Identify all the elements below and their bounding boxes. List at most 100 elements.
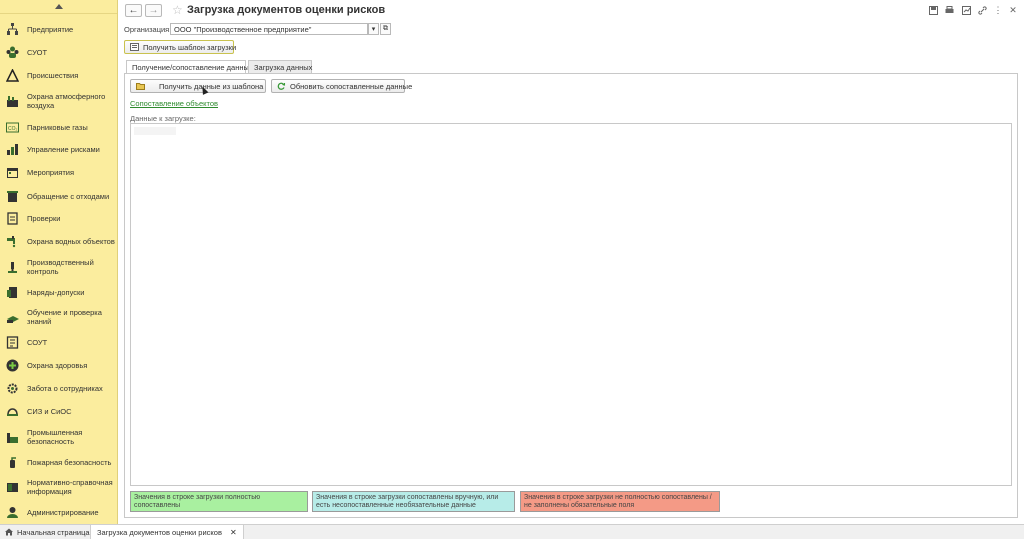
sidebar-scroll-up-button[interactable] [0, 0, 117, 14]
refresh-mapped-button[interactable]: Обновить сопоставленные данные [271, 79, 412, 93]
template-icon [130, 43, 139, 51]
permit-doc-icon [6, 286, 19, 299]
calendar-icon [6, 166, 19, 179]
sidebar-item-label: Обучение и проверка знаний [27, 308, 102, 326]
sidebar-item-label: Обращение с отходами [27, 191, 110, 201]
back-button[interactable]: ← [125, 4, 142, 17]
microscope-icon [6, 261, 19, 274]
risk-chart-icon [6, 143, 19, 156]
sidebar-item-sout[interactable]: СОУТ [0, 335, 117, 349]
forward-button[interactable]: → [145, 4, 162, 17]
object-mapping-link[interactable]: Сопоставление объектов [130, 99, 218, 108]
sidebar-item-health[interactable]: Охрана здоровья [0, 358, 117, 372]
sidebar-item-enterprise[interactable]: Предприятие [0, 22, 117, 36]
refresh-mapped-label: Обновить сопоставленные данные [290, 81, 413, 91]
more-icon[interactable]: ⋮ [993, 5, 1003, 15]
data-to-load-label: Данные к загрузке: [130, 114, 196, 123]
close-icon[interactable]: ✕ [1008, 5, 1018, 15]
admin-icon [6, 506, 19, 519]
helmet-icon [6, 405, 19, 418]
sidebar-item-label: Охрана здоровья [27, 360, 88, 370]
home-tab[interactable]: Начальная страница [5, 525, 90, 539]
sidebar-item-label: Производственный контроль [27, 258, 94, 276]
get-template-label: Получить шаблон загрузки [143, 42, 237, 52]
education-icon [6, 311, 19, 324]
people-group-icon [6, 46, 19, 59]
sidebar-item-label: Охрана атмосферного воздуха [27, 92, 106, 110]
sidebar-item-label: СУОТ [27, 47, 48, 57]
sidebar-item-fire-safety[interactable]: Пожарная безопасность [0, 455, 117, 469]
sidebar-item-risk-management[interactable]: Управление рисками [0, 142, 117, 156]
sidebar-item-employee-care[interactable]: Забота о сотрудниках [0, 381, 117, 395]
save-icon[interactable] [928, 5, 938, 15]
assessment-doc-icon [6, 335, 19, 349]
link-icon[interactable] [977, 5, 987, 15]
sidebar-item-incidents[interactable]: Происшествия [0, 68, 117, 82]
favorite-star-icon[interactable]: ☆ [172, 3, 183, 17]
chevron-down-icon: ▾ [371, 26, 376, 33]
sidebar-item-label: СИЗ и СиОС [27, 406, 72, 416]
arrow-left-icon: ← [128, 5, 139, 16]
tab-load-data[interactable]: Загрузка данных [248, 60, 312, 73]
open-document-tab-label: Загрузка документов оценки рисков [97, 528, 222, 537]
folder-import-icon [136, 82, 145, 90]
sidebar-item-greenhouse-gases[interactable]: CO₂ Парниковые газы [0, 120, 117, 134]
sidebar-item-label: Происшествия [27, 70, 79, 80]
sidebar-item-ppe[interactable]: СИЗ и СиОС [0, 404, 117, 418]
air-factory-icon [6, 95, 19, 108]
get-data-label: Получить данные из шаблона [159, 81, 264, 91]
care-gear-icon [6, 382, 19, 395]
organization-dropdown-button[interactable]: ▾ [368, 23, 379, 35]
sidebar-item-measures[interactable]: Мероприятия [0, 165, 117, 179]
sidebar-item-air-protection[interactable]: Охрана атмосферного воздуха [0, 91, 117, 111]
bottom-taskbar: Начальная страница Загрузка документов о… [0, 524, 1024, 539]
sidebar-item-label: Управление рисками [27, 144, 100, 154]
sidebar-item-label: Парниковые газы [27, 122, 88, 132]
sidebar-item-label: Пожарная безопасность [27, 457, 112, 467]
print-icon[interactable] [944, 5, 954, 15]
waste-bin-icon [6, 190, 19, 203]
sidebar-item-permits[interactable]: Наряды-допуски [0, 285, 117, 299]
organization-open-button[interactable]: ⧉ [380, 23, 391, 35]
legend-manually-mapped: Значения в строке загрузки сопоставлены … [312, 491, 515, 512]
arrow-right-icon: → [148, 5, 159, 16]
sidebar-item-industrial-safety[interactable]: Промышленная безопасность [0, 427, 117, 447]
get-template-button[interactable]: Получить шаблон загрузки [124, 40, 237, 54]
get-data-button[interactable]: Получить данные из шаблона [130, 79, 266, 93]
sidebar-item-water-protection[interactable]: Охрана водных объектов [0, 234, 117, 248]
sidebar-item-reference[interactable]: Нормативно-справочная информация [0, 477, 117, 497]
water-tap-icon [6, 235, 19, 248]
warning-triangle-icon [6, 68, 19, 82]
sidebar-item-label: Промышленная безопасность [27, 428, 83, 446]
report-icon[interactable] [961, 5, 971, 15]
open-document-tab[interactable]: Загрузка документов оценки рисков ✕ [90, 525, 244, 539]
page-title: Загрузка документов оценки рисков [187, 4, 386, 16]
sidebar-item-suot[interactable]: СУОТ [0, 45, 117, 59]
org-structure-icon [6, 22, 19, 36]
sidebar-item-label: Охрана водных объектов [27, 236, 115, 246]
refresh-icon [277, 82, 286, 90]
legend-not-mapped: Значения в строке загрузки не полностью … [520, 491, 720, 512]
tab-get-mapping[interactable]: Получение/сопоставление данных [126, 60, 253, 74]
sidebar-item-training[interactable]: Обучение и проверка знаний [0, 307, 117, 327]
sidebar-item-label: Мероприятия [27, 167, 75, 177]
sidebar-item-administration[interactable]: Администрирование [0, 505, 117, 519]
sidebar-item-label: Проверки [27, 213, 61, 223]
organization-field[interactable]: ООО "Производственное предприятие" [170, 23, 368, 35]
sidebar-item-waste[interactable]: Обращение с отходами [0, 189, 117, 203]
sidebar-item-production-control[interactable]: Производственный контроль [0, 257, 117, 277]
data-grid[interactable] [130, 123, 1012, 486]
sidebar-item-label: Наряды-допуски [27, 287, 85, 297]
sidebar: Предприятие СУОТ Происшествия Охрана атм… [0, 0, 118, 524]
sidebar-item-label: Администрирование [27, 507, 99, 517]
home-tab-label: Начальная страница [17, 528, 90, 537]
industry-icon [6, 431, 19, 444]
arrow-up-icon [54, 4, 63, 9]
sidebar-item-inspections[interactable]: Проверки [0, 211, 117, 225]
legend-fully-mapped: Значения в строке загрузки полностью соп… [130, 491, 308, 512]
sidebar-item-label: СОУТ [27, 337, 48, 347]
sidebar-item-label: Предприятие [27, 24, 74, 34]
sidebar-item-label: Забота о сотрудниках [27, 383, 103, 393]
organization-label: Организация: [124, 25, 172, 34]
close-tab-icon[interactable]: ✕ [230, 528, 237, 537]
